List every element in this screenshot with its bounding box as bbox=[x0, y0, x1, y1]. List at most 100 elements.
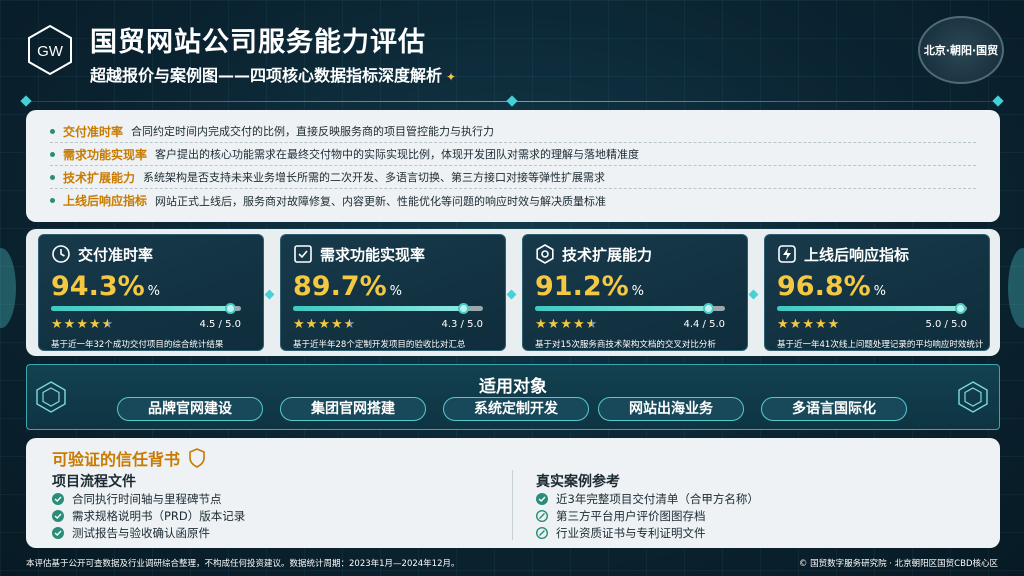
metric-value: 89.7%% bbox=[293, 271, 493, 302]
metric-card-requirement: 需求功能实现率 89.7%% ★★★★★ 4.3 / 5.0 基于近半年28个定… bbox=[280, 234, 506, 351]
progress-knob bbox=[955, 303, 967, 314]
star-icon: ★ bbox=[789, 317, 803, 332]
metric-note: 基于对15次服务商技术架构文档的交叉对比分析 bbox=[535, 340, 716, 350]
metric-unit: % bbox=[631, 284, 645, 299]
list-item: 第三方平台用户评价图图存档 bbox=[536, 507, 759, 524]
list-item: 行业资质证书与专利证明文件 bbox=[536, 524, 759, 541]
location-badge: 北京·朝阳·国贸 bbox=[918, 16, 1004, 84]
link-icon bbox=[536, 509, 548, 522]
metric-progress-bar bbox=[535, 303, 725, 314]
star-icon: ★ bbox=[63, 317, 77, 332]
column-divider bbox=[512, 470, 513, 540]
star-icon: ★ bbox=[293, 317, 306, 332]
tag-overseas: 网站出海业务 bbox=[598, 397, 744, 421]
lightning-icon bbox=[778, 245, 796, 263]
list-item-text: 合同执行时间轴与里程碑节点 bbox=[72, 491, 222, 506]
sparkle-icon: ✦ bbox=[446, 70, 457, 84]
metric-value-number: 94.3% bbox=[51, 271, 145, 302]
check-circle-icon bbox=[52, 492, 64, 505]
definition-row: 技术扩展能力 系统架构是否支持未来业务增长所需的二次开发、多语言切换、第三方接口… bbox=[50, 166, 976, 189]
metric-value-number: 96.8% bbox=[777, 271, 871, 302]
list-item: 需求规格说明书（PRD）版本记录 bbox=[52, 507, 245, 524]
divider-diamond-right bbox=[992, 95, 1004, 107]
metric-unit: % bbox=[147, 284, 161, 299]
metric-note: 基于近半年28个定制开发项目的验收比对汇总 bbox=[293, 340, 466, 350]
page-title: 国贸网站公司服务能力评估 bbox=[90, 27, 426, 58]
metric-value-number: 89.7% bbox=[293, 271, 387, 302]
definition-name: 需求功能实现率 bbox=[63, 147, 148, 162]
metric-progress-bar bbox=[293, 303, 483, 314]
progress-fill bbox=[777, 306, 961, 311]
case-refs-list: 近3年完整项目交付清单（合甲方名称） 第三方平台用户评价图图存档 行业资质证书与… bbox=[536, 490, 759, 541]
hexagon-icon bbox=[958, 381, 988, 413]
progress-fill bbox=[293, 306, 464, 311]
tag-brand-site: 品牌官网建设 bbox=[117, 397, 263, 421]
star-icon: ★ bbox=[101, 317, 115, 332]
star-icon: ★ bbox=[343, 317, 357, 332]
metric-note: 基于近一年41次线上问题处理记录的平均响应时效统计 bbox=[777, 340, 984, 350]
bullet-icon bbox=[50, 151, 55, 157]
metric-title: 技术扩展能力 bbox=[562, 245, 653, 264]
star-icon: ★ bbox=[572, 317, 586, 332]
metric-note: 基于近一年32个成功交付项目的综合统计结果 bbox=[51, 340, 224, 350]
metric-title: 需求功能实现率 bbox=[320, 245, 426, 264]
star-icon: ★ bbox=[51, 317, 64, 332]
trust-title: 可验证的信任背书 bbox=[52, 446, 206, 470]
definition-row: 上线后响应指标 网站正式上线后，服务商对故障修复、内容更新、性能优化等问题的响应… bbox=[50, 189, 976, 212]
svg-text:GW: GW bbox=[37, 43, 64, 60]
tag-group-site: 集团官网搭建 bbox=[280, 397, 426, 421]
check-circle-icon bbox=[536, 492, 548, 505]
star-rating: ★★★★★ bbox=[777, 317, 840, 332]
star-icon: ★ bbox=[318, 317, 331, 332]
tag-custom-dev: 系统定制开发 bbox=[443, 397, 589, 421]
star-icon: ★ bbox=[88, 317, 102, 332]
star-rating: ★★★★★ bbox=[51, 317, 114, 332]
rating-text: 4.4 / 5.0 bbox=[683, 319, 725, 330]
link-icon bbox=[536, 526, 548, 539]
side-glow-right bbox=[1008, 248, 1024, 328]
process-docs-list: 合同执行时间轴与里程碑节点 需求规格说明书（PRD）版本记录 测试报告与验收确认… bbox=[52, 490, 245, 541]
star-rating: ★★★★★ bbox=[293, 317, 356, 332]
progress-knob bbox=[224, 303, 236, 314]
definition-name: 技术扩展能力 bbox=[63, 170, 136, 185]
star-icon: ★ bbox=[777, 317, 790, 332]
progress-knob bbox=[702, 303, 714, 314]
star-icon: ★ bbox=[305, 317, 319, 332]
definition-row: 交付准时率 合同约定时间内完成交付的比例，直接反映服务商的项目管控能力与执行力 bbox=[50, 120, 976, 143]
list-item-text: 需求规格说明书（PRD）版本记录 bbox=[72, 508, 246, 523]
hexagon-icon bbox=[36, 381, 66, 413]
clock-icon bbox=[52, 245, 70, 263]
star-rating: ★★★★★ bbox=[535, 317, 598, 332]
star-icon: ★ bbox=[802, 317, 815, 332]
footer-copyright: © 国贸数字服务研究院 · 北京朝阳区国贸CBD核心区 bbox=[798, 559, 998, 569]
list-item: 测试报告与验收确认函原件 bbox=[52, 524, 245, 541]
bullet-icon bbox=[50, 128, 55, 134]
metric-progress-bar bbox=[777, 303, 967, 314]
applicable-title: 适用对象 bbox=[479, 377, 547, 397]
subtitle-text: 超越报价与案例图——四项核心数据指标深度解析 bbox=[90, 66, 443, 85]
applicable-panel: 适用对象 品牌官网建设 集团官网搭建 系统定制开发 网站出海业务 多语言国际化 bbox=[26, 364, 1000, 430]
definition-desc: 合同约定时间内完成交付的比例，直接反映服务商的项目管控能力与执行力 bbox=[131, 125, 495, 138]
bullet-icon bbox=[50, 174, 55, 180]
star-icon: ★ bbox=[330, 317, 344, 332]
star-icon: ★ bbox=[814, 317, 828, 332]
metric-title: 交付准时率 bbox=[78, 245, 154, 264]
metric-card-on-time: 交付准时率 94.3%% ★★★★★ 4.5 / 5.0 基于近一年32个成功交… bbox=[38, 234, 264, 351]
trust-panel: 可验证的信任背书 项目流程文件 合同执行时间轴与里程碑节点 需求规格说明书（PR… bbox=[26, 438, 1000, 548]
definition-desc: 客户提出的核心功能需求在最终交付物中的实际实现比例，体现开发团队对需求的理解与落… bbox=[155, 148, 640, 161]
metric-value-number: 91.2% bbox=[535, 271, 629, 302]
list-item-text: 行业资质证书与专利证明文件 bbox=[556, 525, 706, 540]
footer-disclaimer: 本评估基于公开可查数据及行业调研综合整理，不构成任何投资建议。数据统计周期：20… bbox=[26, 559, 460, 569]
metric-unit: % bbox=[389, 284, 403, 299]
checkbox-icon bbox=[294, 245, 312, 263]
metric-value: 96.8%% bbox=[777, 271, 977, 302]
rating-text: 5.0 / 5.0 bbox=[925, 319, 967, 330]
star-icon: ★ bbox=[535, 317, 548, 332]
gear-icon bbox=[536, 244, 554, 264]
bullet-icon bbox=[50, 198, 55, 203]
star-icon: ★ bbox=[560, 317, 573, 332]
metric-progress-bar bbox=[51, 303, 241, 314]
gw-logo-icon: GW bbox=[28, 24, 72, 76]
definition-desc: 网站正式上线后，服务商对故障修复、内容更新、性能优化等问题的响应时效与解决质量标… bbox=[155, 194, 607, 208]
progress-fill bbox=[51, 306, 231, 311]
